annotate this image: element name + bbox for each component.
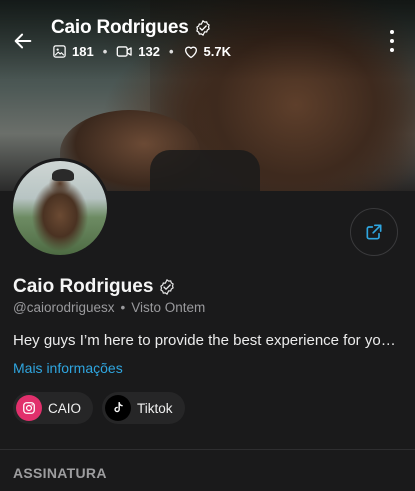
arrow-left-icon [14, 33, 32, 49]
heart-icon [184, 46, 197, 59]
social-link-tiktok[interactable]: Tiktok [102, 392, 185, 424]
likes-count: 5.7K [203, 44, 231, 59]
handle-row: @caiorodriguesx • Visto Ontem [13, 300, 205, 315]
verified-icon [195, 19, 210, 37]
header-title: Caio Rodrigues [51, 17, 212, 39]
social-label-instagram: CAIO [48, 400, 82, 416]
verified-icon [160, 278, 175, 296]
last-seen: Visto Ontem [131, 300, 206, 315]
likes-stat[interactable]: 5.7K [183, 44, 231, 59]
section-title-subscription: ASSINATURA [13, 465, 107, 481]
share-icon [366, 224, 382, 240]
profile-name-row: Caio Rodrigues [13, 276, 176, 298]
stat-separator: • [102, 44, 108, 59]
profile-handle: @caiorodriguesx [13, 300, 115, 315]
more-info-link[interactable]: Mais informações [13, 360, 123, 376]
handle-separator: • [120, 300, 126, 315]
social-link-instagram[interactable]: CAIO [13, 392, 94, 424]
photos-count: 181 [72, 44, 94, 59]
tiktok-icon [105, 395, 131, 421]
photos-stat[interactable]: 181 [52, 44, 94, 59]
share-button[interactable] [350, 208, 398, 256]
videos-stat[interactable]: 132 [116, 44, 160, 59]
stat-separator: • [168, 44, 174, 59]
image-icon [53, 45, 66, 58]
avatar[interactable] [10, 158, 110, 258]
avatar-hat [52, 169, 74, 181]
header-name: Caio Rodrigues [51, 17, 189, 38]
header-stats: 181 • 132 • 5.7K [52, 44, 231, 59]
instagram-icon [16, 395, 42, 421]
section-divider [0, 449, 415, 450]
videos-count: 132 [138, 44, 160, 59]
more-options-button[interactable] [383, 30, 401, 52]
video-icon [116, 46, 132, 57]
cover-shadow [150, 150, 260, 191]
social-label-tiktok: Tiktok [137, 400, 173, 416]
profile-bio: Hey guys I’m here to provide the best ex… [13, 332, 403, 349]
top-header: Caio Rodrigues 181 • 132 • 5.7K [0, 0, 415, 72]
back-button[interactable] [10, 28, 36, 54]
more-vertical-icon [390, 30, 394, 34]
profile-name: Caio Rodrigues [13, 276, 154, 297]
